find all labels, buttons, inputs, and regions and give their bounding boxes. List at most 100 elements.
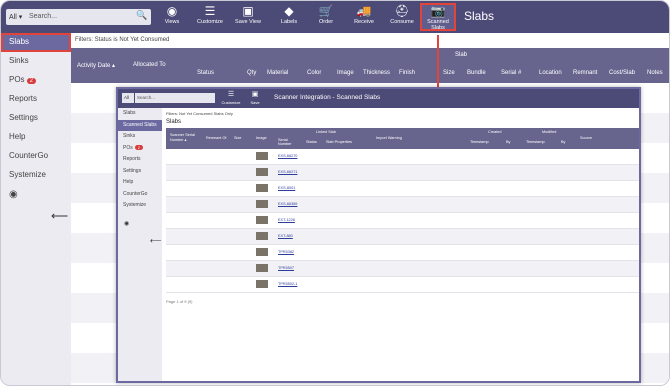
col-allocated-to[interactable]: Allocated To (133, 62, 166, 68)
col-notes[interactable]: Notes (647, 70, 663, 76)
preview-sidebar: Slabs Scanned Slabs Sinks POs 2 Reports S… (118, 108, 162, 381)
pcol-created-by[interactable]: By (506, 140, 510, 144)
scanned-slabs-button[interactable]: 📷 Scanned Slabs (420, 3, 456, 31)
pcol-size[interactable]: Size (234, 136, 241, 140)
linked-serial-link[interactable]: EXS-66389 (278, 202, 297, 206)
col-bundle[interactable]: Bundle (467, 70, 486, 76)
save-view-button[interactable]: ▣ Save View (230, 3, 266, 31)
slab-thumbnail[interactable] (256, 184, 268, 192)
preview-sidebar-reports[interactable]: Reports (118, 154, 162, 166)
sidebar: Slabs Sinks POs 2 Reports Settings Help C… (1, 33, 71, 385)
sidebar-item-countergo[interactable]: CounterGo (1, 147, 71, 166)
linked-serial-link[interactable]: EXT-880 (278, 234, 293, 238)
preview-table: Scanner Serial Number ▴ Remnant Of Size … (166, 128, 639, 293)
col-activity-date[interactable]: Activity Date ▴ (77, 62, 115, 69)
receive-label: Receive (354, 19, 374, 25)
sidebar-item-settings[interactable]: Settings (1, 109, 71, 128)
collapse-arrow-icon[interactable]: ⟵ (51, 209, 68, 223)
col-size[interactable]: Size (443, 70, 455, 76)
preview-sidebar-pos[interactable]: POs 2 (118, 143, 162, 155)
preview-pos-label: POs (123, 144, 133, 151)
col-location[interactable]: Location (539, 70, 562, 76)
user-icon[interactable]: ◉ (9, 189, 18, 200)
preview-sidebar-scanned-slabs[interactable]: Scanned Slabs (118, 119, 162, 131)
search-input[interactable]: Search... (26, 9, 151, 25)
col-material[interactable]: Material (267, 70, 288, 76)
pcol-slab-properties[interactable]: Slab Properties (326, 140, 352, 144)
preview-sidebar-settings[interactable]: Settings (118, 166, 162, 178)
col-status[interactable]: Status (197, 70, 214, 76)
slab-thumbnail[interactable] (256, 264, 268, 272)
slab-thumbnail[interactable] (256, 216, 268, 224)
preview-save-button[interactable]: ▣ Save (244, 90, 266, 107)
pcol-modified-timestamp[interactable]: Timestamp (526, 140, 545, 144)
pcol-remnant[interactable]: Remnant Of (206, 136, 226, 140)
labels-button[interactable]: ◆ Labels (271, 3, 307, 31)
linked-serial-link[interactable]: EXT-1228 (278, 218, 295, 222)
consume-label: Consume (390, 19, 414, 25)
col-qty[interactable]: Qty (247, 70, 256, 76)
linked-serial-link[interactable]: EXS-66270 (278, 154, 297, 158)
slab-thumbnail[interactable] (256, 248, 268, 256)
preview-sidebar-slabs[interactable]: Slabs (118, 108, 162, 120)
views-button[interactable]: ◉ Views (154, 3, 190, 31)
preview-customize-button[interactable]: ☰ Customize (220, 90, 242, 107)
preview-search-input[interactable]: Search... (135, 93, 215, 103)
sidebar-item-help[interactable]: Help (1, 128, 71, 147)
col-image[interactable]: Image (337, 70, 354, 76)
consume-button[interactable]: ⛑ Consume (384, 3, 420, 31)
table-row[interactable]: TPR5507 (166, 261, 639, 277)
pcol-import-warning[interactable]: Import Warning (376, 136, 402, 140)
table-row[interactable]: EXS-66389 (166, 197, 639, 213)
slab-thumbnail[interactable] (256, 168, 268, 176)
preview-user-icon[interactable]: ◉ (124, 220, 129, 227)
preview-title: Scanner Integration - Scanned Slabs (274, 94, 381, 101)
table-row[interactable]: EXS-8001 (166, 181, 639, 197)
linked-serial-link[interactable]: EXS-66271 (278, 170, 297, 174)
pcol-linked-serial[interactable]: Serial Number (278, 138, 302, 146)
slab-thumbnail[interactable] (256, 232, 268, 240)
pcol-serial[interactable]: Scanner Serial Number ▴ (170, 133, 200, 142)
sidebar-item-reports[interactable]: Reports (1, 90, 71, 109)
sidebar-item-systemize[interactable]: Systemize (1, 166, 71, 185)
col-color[interactable]: Color (307, 70, 321, 76)
preview-sidebar-sinks[interactable]: Sinks (118, 131, 162, 143)
slab-thumbnail[interactable] (256, 200, 268, 208)
pcol-source[interactable]: Source (580, 136, 592, 140)
col-serial[interactable]: Serial # (501, 70, 521, 76)
customize-button[interactable]: ☰ Customize (192, 3, 228, 31)
receive-button[interactable]: 🚚 Receive (346, 3, 382, 31)
linked-serial-link[interactable]: TPR5382 (278, 250, 294, 254)
pcol-linked-status[interactable]: Status (306, 140, 317, 144)
linked-serial-link[interactable]: TPR5507 (278, 266, 294, 270)
table-row[interactable]: EXS-66271 (166, 165, 639, 181)
search-icon[interactable]: 🔍 (136, 10, 147, 21)
col-finish[interactable]: Finish (399, 70, 415, 76)
preview-sidebar-help[interactable]: Help (118, 177, 162, 189)
search-scope-select[interactable]: All ▾ (6, 9, 26, 25)
sidebar-item-slabs[interactable]: Slabs (1, 33, 71, 52)
linked-serial-link[interactable]: EXS-8001 (278, 186, 295, 190)
preview-collapse-arrow-icon[interactable]: ⟵ (150, 236, 161, 245)
col-cost[interactable]: Cost/Slab (609, 70, 635, 76)
slab-thumbnail[interactable] (256, 152, 268, 160)
scanned-slabs-preview: All Search... ☰ Customize ▣ Save Scanner I… (116, 87, 641, 383)
linked-serial-link[interactable]: TPR5502-1 (278, 282, 297, 286)
pcol-created-timestamp[interactable]: Timestamp (470, 140, 489, 144)
sidebar-item-pos[interactable]: POs 2 (1, 71, 71, 90)
table-row[interactable]: EXT-880 (166, 229, 639, 245)
preview-sidebar-countergo[interactable]: CounterGo (118, 189, 162, 201)
slab-thumbnail[interactable] (256, 280, 268, 288)
table-row[interactable]: EXT-1228 (166, 213, 639, 229)
pcol-modified-by[interactable]: By (561, 140, 565, 144)
table-row[interactable]: EXS-66270 (166, 149, 639, 165)
table-row[interactable]: TPR5502-1 (166, 277, 639, 293)
col-thickness[interactable]: Thickness (363, 70, 390, 76)
col-remnant[interactable]: Remnant (573, 70, 597, 76)
pcol-image[interactable]: Image (256, 136, 267, 140)
preview-scope-select[interactable]: All (122, 93, 134, 103)
preview-sidebar-systemize[interactable]: Systemize (118, 200, 162, 212)
table-row[interactable]: TPR5382 (166, 245, 639, 261)
order-button[interactable]: 🛒 Order (308, 3, 344, 31)
sidebar-item-sinks[interactable]: Sinks (1, 52, 71, 71)
